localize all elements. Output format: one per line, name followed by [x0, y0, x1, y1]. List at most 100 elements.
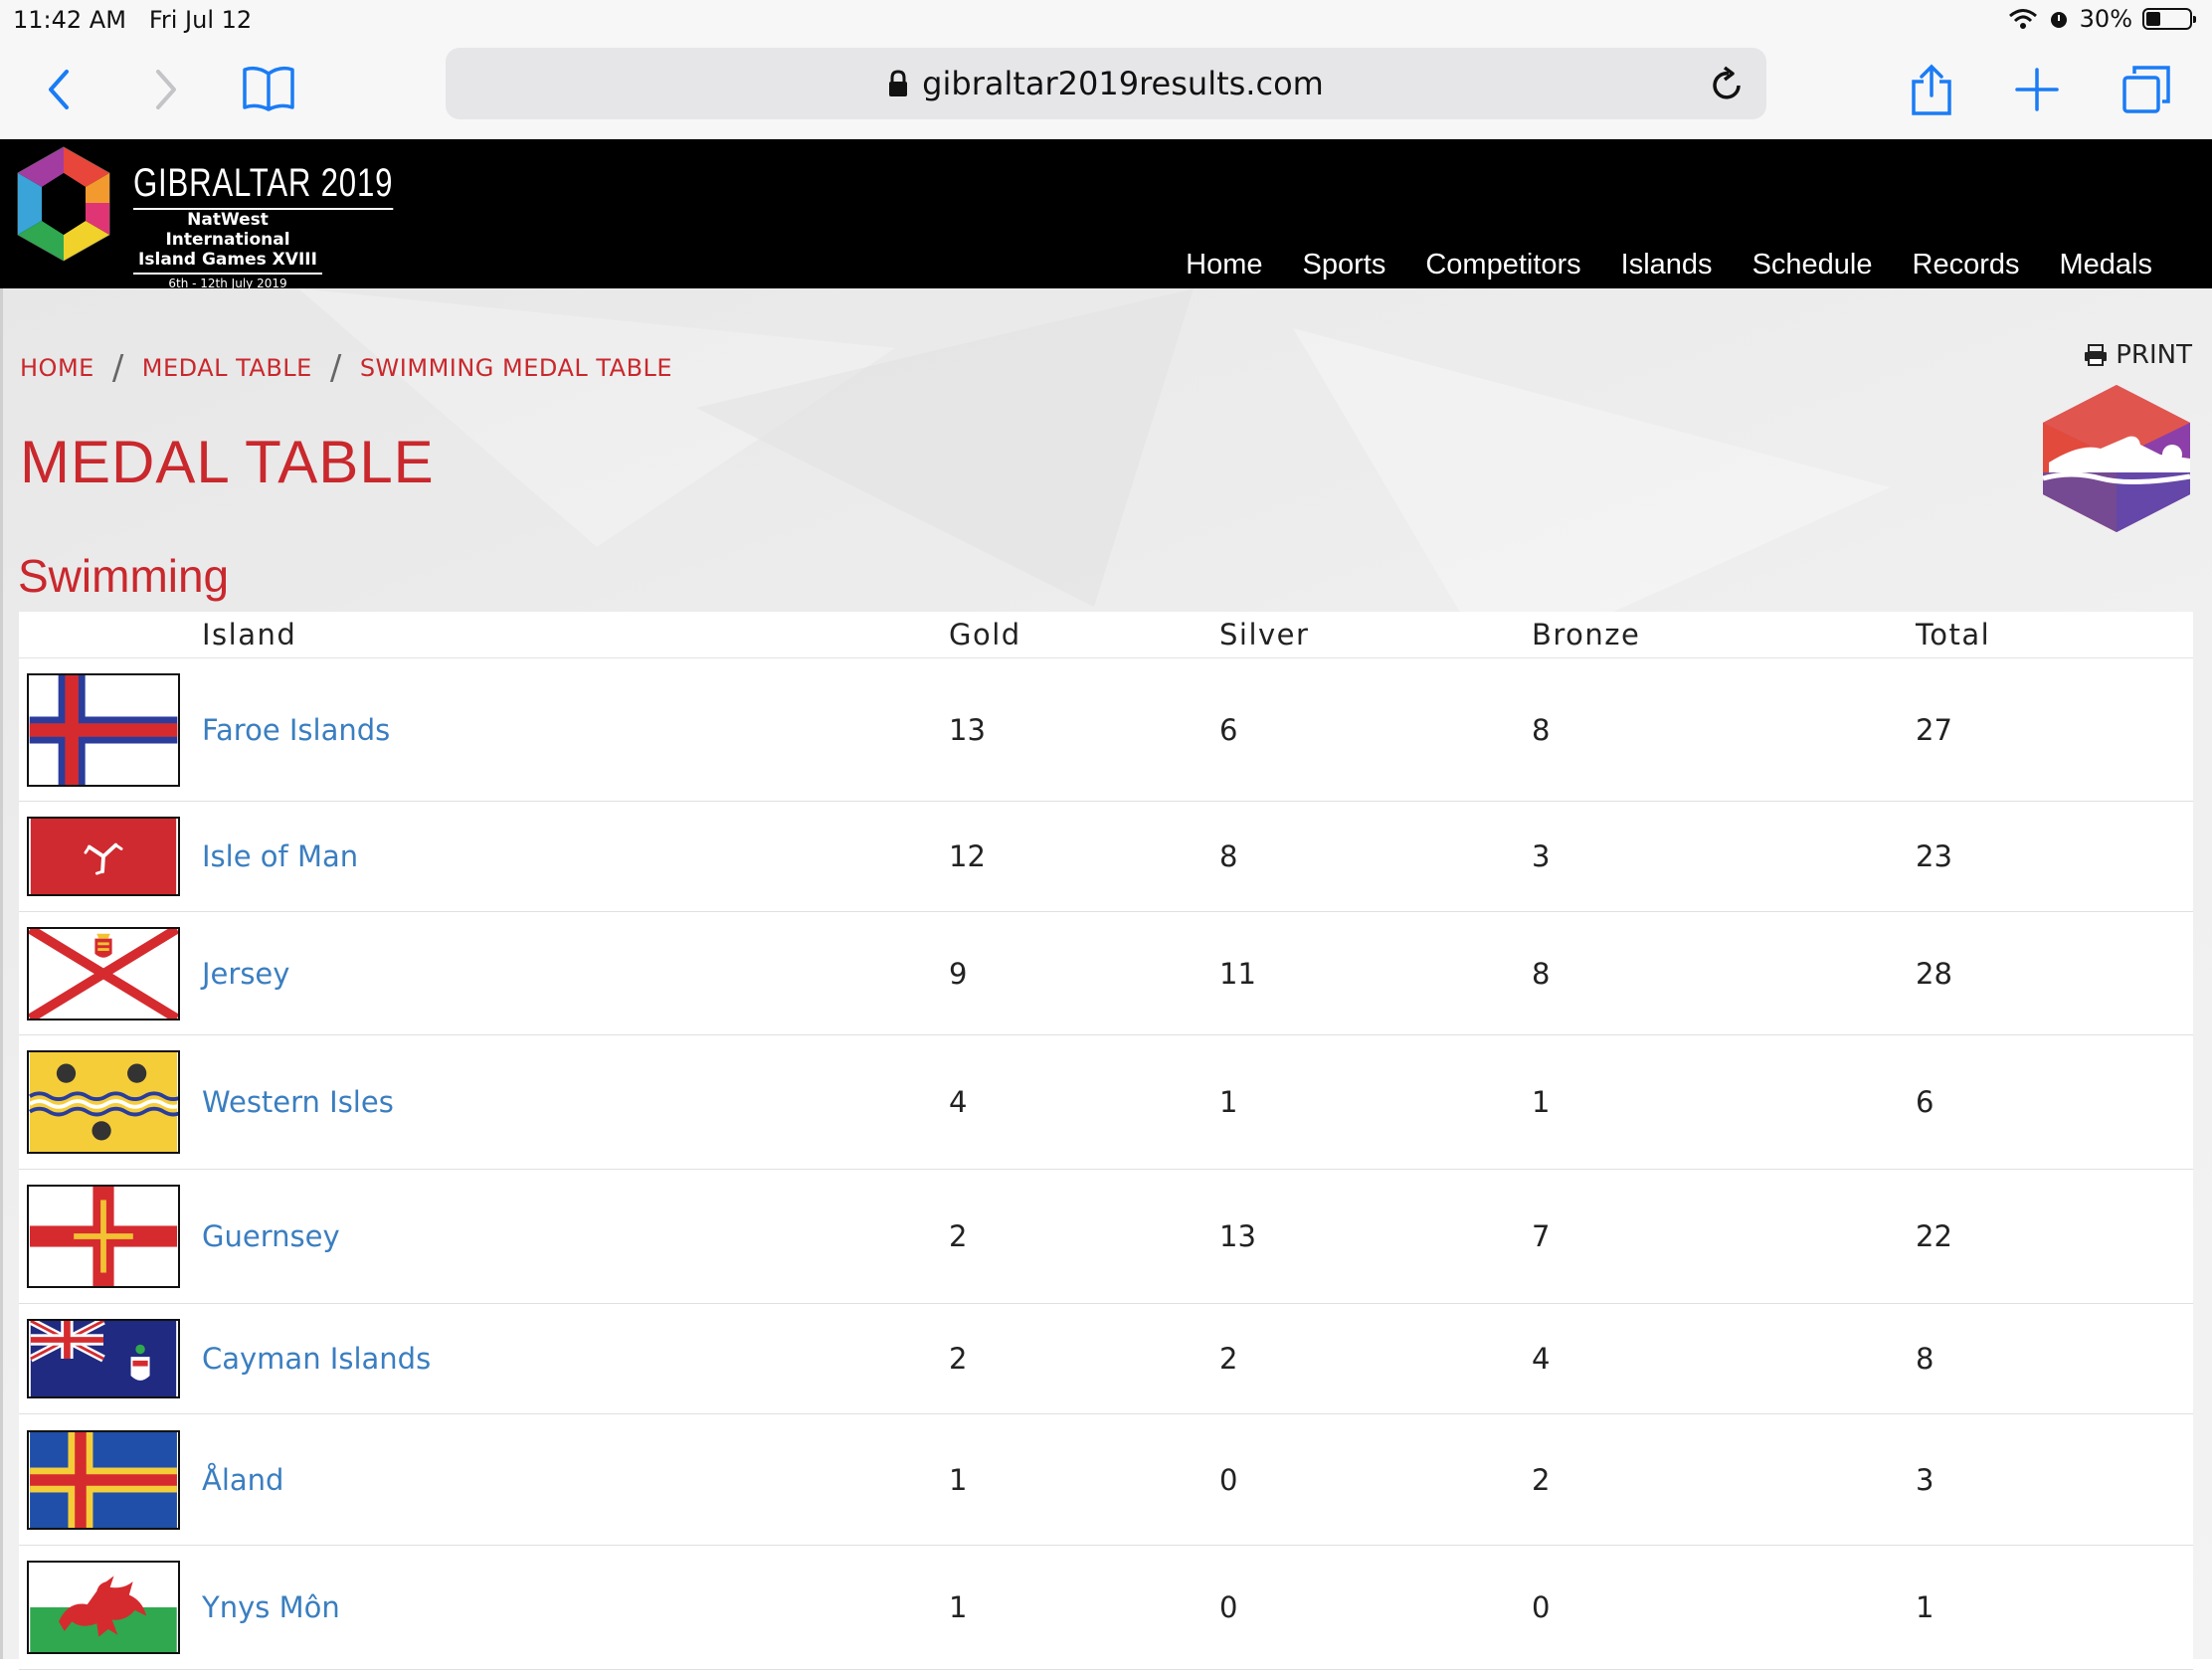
island-name-link[interactable]: Western Isles — [202, 1085, 949, 1119]
silver-count: 13 — [1219, 1219, 1256, 1253]
breadcrumb-medal-table[interactable]: MEDAL TABLE — [142, 354, 312, 382]
breadcrumb-swimming[interactable]: SWIMMING MEDAL TABLE — [360, 354, 672, 382]
wifi-icon — [2008, 9, 2037, 29]
island-name-link[interactable]: Jersey — [202, 957, 949, 991]
header-bronze: Bronze — [1532, 618, 1641, 651]
nav-records[interactable]: Records — [1913, 249, 2020, 281]
breadcrumb-separator: / — [329, 348, 342, 388]
total-count: 3 — [1916, 1462, 1935, 1497]
island-name-link[interactable]: Faroe Islands — [202, 713, 949, 747]
share-button[interactable] — [1902, 60, 1961, 119]
logo-subtitle-1: NatWest International — [165, 210, 290, 250]
alarm-icon — [2050, 12, 2067, 28]
cayman-flag-icon[interactable] — [27, 1319, 180, 1398]
page-title: MEDAL TABLE — [20, 429, 435, 495]
gold-count: 12 — [949, 839, 986, 873]
bronze-count: 8 — [1532, 956, 1551, 991]
sport-heading: Swimming — [18, 550, 230, 602]
chevron-right-icon — [156, 70, 176, 109]
gold-count: 4 — [949, 1085, 968, 1119]
silver-count: 2 — [1219, 1342, 1238, 1376]
bronze-count: 2 — [1532, 1462, 1551, 1497]
island-name-link[interactable]: Åland — [202, 1463, 949, 1497]
table-header: Island Gold Silver Bronze Total — [19, 612, 2193, 658]
bronze-count: 1 — [1532, 1085, 1551, 1119]
total-count: 1 — [1916, 1590, 1935, 1624]
welsh-dragon-flag-icon[interactable] — [27, 1561, 180, 1654]
main-nav: Home Sports Competitors Islands Schedule… — [1186, 249, 2152, 281]
chevron-left-icon — [49, 70, 69, 109]
printer-icon — [2085, 344, 2108, 366]
book-icon — [243, 66, 294, 111]
western-isles-flag-icon[interactable] — [27, 1050, 180, 1154]
breadcrumb-home[interactable]: HOME — [20, 354, 94, 382]
logo-subtitle-2: Island Games XVIII — [138, 250, 317, 270]
silver-count: 1 — [1219, 1085, 1238, 1119]
bronze-count: 7 — [1532, 1219, 1551, 1253]
header-gold: Gold — [949, 618, 1021, 651]
table-row: Western Isles 4 1 1 6 — [19, 1035, 2193, 1170]
aland-flag-icon[interactable] — [27, 1429, 180, 1530]
new-tab-button[interactable] — [2007, 60, 2067, 119]
gold-count: 2 — [949, 1342, 968, 1376]
print-label: PRINT — [2116, 340, 2192, 370]
bronze-count: 3 — [1532, 839, 1551, 873]
total-count: 8 — [1916, 1342, 1935, 1376]
nav-schedule[interactable]: Schedule — [1752, 249, 1873, 281]
tabs-icon — [2122, 66, 2170, 113]
nav-sports[interactable]: Sports — [1303, 249, 1386, 281]
swimming-badge-icon — [2042, 385, 2191, 532]
table-row: Guernsey 2 13 7 22 — [19, 1170, 2193, 1304]
table-row: Ynys Môn 1 0 0 1 — [19, 1546, 2193, 1670]
total-count: 27 — [1916, 712, 1952, 747]
bookmarks-button[interactable] — [239, 60, 298, 119]
gold-count: 13 — [949, 712, 986, 747]
silver-count: 0 — [1219, 1462, 1238, 1497]
island-name-link[interactable]: Ynys Môn — [202, 1590, 949, 1624]
silver-count: 6 — [1219, 712, 1238, 747]
island-name-link[interactable]: Isle of Man — [202, 839, 949, 873]
gold-count: 9 — [949, 956, 968, 991]
total-count: 23 — [1916, 839, 1952, 873]
header-total: Total — [1916, 618, 1991, 651]
print-button[interactable]: PRINT — [2084, 340, 2192, 370]
total-count: 28 — [1916, 956, 1952, 991]
gold-count: 1 — [949, 1462, 968, 1497]
isle-of-man-flag-icon[interactable] — [27, 817, 180, 896]
gold-count: 2 — [949, 1219, 968, 1253]
island-name-link[interactable]: Cayman Islands — [202, 1342, 949, 1376]
breadcrumb-separator: / — [111, 348, 124, 388]
lock-icon — [889, 70, 908, 96]
silver-count: 0 — [1219, 1590, 1238, 1624]
faroe-flag-icon[interactable] — [27, 672, 180, 787]
total-count: 22 — [1916, 1219, 1952, 1253]
page-content: HOME / MEDAL TABLE / SWIMMING MEDAL TABL… — [0, 288, 2212, 1670]
island-name-link[interactable]: Guernsey — [202, 1219, 949, 1253]
bronze-count: 8 — [1532, 712, 1551, 747]
nav-competitors[interactable]: Competitors — [1425, 249, 1580, 281]
url-text: gibraltar2019results.com — [922, 65, 1324, 102]
silver-count: 8 — [1219, 839, 1238, 873]
battery-percent: 30% — [2079, 5, 2132, 33]
logo-title: GIBRALTAR 2019 — [133, 161, 394, 210]
total-count: 6 — [1916, 1085, 1935, 1119]
status-bar: 11:42 AM Fri Jul 12 30% — [0, 0, 2212, 40]
breadcrumb: HOME / MEDAL TABLE / SWIMMING MEDAL TABL… — [20, 348, 672, 388]
bronze-count: 4 — [1532, 1342, 1551, 1376]
back-button[interactable] — [30, 60, 90, 119]
jersey-flag-icon[interactable] — [27, 926, 180, 1021]
reload-icon[interactable] — [1709, 64, 1745, 103]
games-logo-icon[interactable] — [10, 143, 117, 265]
tabs-button[interactable] — [2117, 60, 2176, 119]
forward-button[interactable] — [135, 60, 195, 119]
nav-islands[interactable]: Islands — [1621, 249, 1713, 281]
table-row: Faroe Islands 13 6 8 27 — [19, 658, 2193, 802]
silver-count: 11 — [1219, 956, 1256, 991]
guernsey-flag-icon[interactable] — [27, 1185, 180, 1288]
nav-medals[interactable]: Medals — [2060, 249, 2153, 281]
address-bar[interactable]: gibraltar2019results.com — [446, 48, 1766, 119]
nav-home[interactable]: Home — [1186, 249, 1262, 281]
table-row: Isle of Man 12 8 3 23 — [19, 802, 2193, 912]
table-row: Åland 1 0 2 3 — [19, 1414, 2193, 1546]
bronze-count: 0 — [1532, 1590, 1551, 1624]
